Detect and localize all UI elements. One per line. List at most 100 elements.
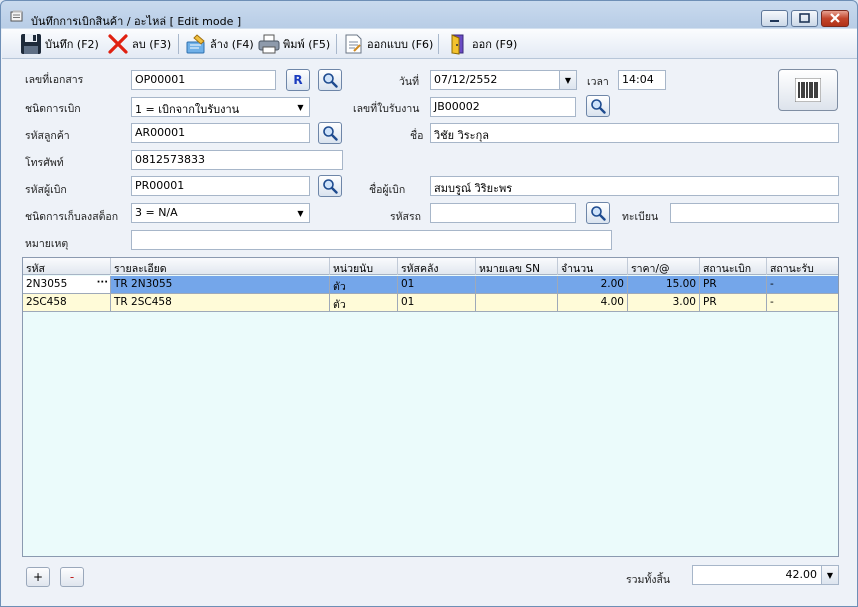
col-header-qty[interactable]: จำนวน xyxy=(558,258,628,275)
col-header-unit[interactable]: หน่วยนับ xyxy=(330,258,398,275)
app-window: บันทึกการเบิกสินค้า / อะไหล่ [ Edit mode… xyxy=(0,0,858,607)
cell-description[interactable]: TR 2SC458 xyxy=(111,294,330,311)
barcode-button[interactable] xyxy=(778,69,838,111)
job-search-button[interactable] xyxy=(586,95,610,117)
plate-field[interactable] xyxy=(670,203,839,223)
cell-issue-status[interactable]: PR xyxy=(700,276,767,293)
issue-type-select[interactable]: 1 = เบิกจากใบรับงาน ▼ xyxy=(131,97,310,117)
customer-code-field[interactable]: AR00001 xyxy=(131,123,310,143)
requester-code-field[interactable]: PR00001 xyxy=(131,176,310,196)
r-button[interactable]: R xyxy=(286,69,310,91)
window-title: บันทึกการเบิกสินค้า / อะไหล่ [ Edit mode… xyxy=(31,15,242,28)
save-button[interactable]: บันทึก (F2) xyxy=(20,32,99,56)
add-row-button[interactable]: + xyxy=(26,567,50,587)
car-code-field[interactable] xyxy=(430,203,576,223)
toolbar-separator xyxy=(336,34,337,54)
phone-field[interactable]: 0812573833 xyxy=(131,150,343,170)
table-row[interactable]: 2N3055 ··· TR 2N3055 ตัว 01 2.00 15.00 P… xyxy=(23,276,838,294)
maximize-icon xyxy=(799,13,810,23)
requester-name-label: ชื่อผู้เบิก xyxy=(369,184,406,196)
total-field[interactable]: 42.00 ▼ xyxy=(692,565,839,585)
requester-search-button[interactable] xyxy=(318,175,342,197)
app-icon xyxy=(10,10,23,22)
col-header-description[interactable]: รายละเอียด xyxy=(111,258,330,275)
delete-label: ลบ (F3) xyxy=(132,38,172,51)
ellipsis-icon[interactable]: ··· xyxy=(97,278,108,288)
grid-header: รหัส รายละเอียด หน่วยนับ รหัสคลัง หมายเล… xyxy=(23,258,838,275)
report-design-icon xyxy=(342,33,364,55)
time-label: เวลา xyxy=(587,76,609,88)
requester-name-field[interactable]: สมบรูณ์ วิริยะพร xyxy=(430,176,839,196)
cell-code[interactable]: 2N3055 ··· xyxy=(23,276,111,293)
delete-x-icon xyxy=(107,33,129,55)
stock-type-select[interactable]: 3 = N/A ▼ xyxy=(131,203,310,223)
car-search-button[interactable] xyxy=(586,202,610,224)
exit-button[interactable]: ออก (F9) xyxy=(447,32,517,56)
col-header-issue-status[interactable]: สถานะเบิก xyxy=(700,258,767,275)
job-no-field[interactable]: JB00002 xyxy=(430,97,576,117)
doc-no-field[interactable]: OP00001 xyxy=(131,70,276,90)
customer-search-button[interactable] xyxy=(318,122,342,144)
cell-warehouse[interactable]: 01 xyxy=(398,276,476,293)
cell-receive-status[interactable]: - xyxy=(767,276,838,293)
clear-label: ล้าง (F4) xyxy=(210,38,254,51)
eraser-icon xyxy=(185,33,207,55)
printer-icon xyxy=(258,33,280,55)
date-value: 07/12/2552 xyxy=(434,73,498,86)
time-field[interactable]: 14:04 xyxy=(618,70,666,90)
title-bar: บันทึกการเบิกสินค้า / อะไหล่ [ Edit mode… xyxy=(1,1,857,29)
col-header-price[interactable]: ราคา/@ xyxy=(628,258,700,275)
exit-door-icon xyxy=(447,33,469,55)
remove-row-button[interactable]: - xyxy=(60,567,84,587)
toolbar: บันทึก (F2) ลบ (F3) ล้าง (F4) พิมพ์ (F5) xyxy=(2,29,857,59)
name-field[interactable]: วิชัย วิระกุล xyxy=(430,123,839,143)
print-button[interactable]: พิมพ์ (F5) xyxy=(258,32,330,56)
chevron-down-icon[interactable]: ▼ xyxy=(821,566,838,584)
cell-sn[interactable] xyxy=(476,276,558,293)
cell-warehouse[interactable]: 01 xyxy=(398,294,476,311)
chevron-down-icon[interactable]: ▼ xyxy=(292,98,309,116)
toolbar-separator xyxy=(178,34,179,54)
chevron-down-icon[interactable]: ▼ xyxy=(292,204,309,222)
print-label: พิมพ์ (F5) xyxy=(283,38,331,51)
customer-code-label: รหัสลูกค้า xyxy=(25,130,70,142)
cell-qty[interactable]: 4.00 xyxy=(558,294,628,311)
remark-label: หมายเหตุ xyxy=(25,238,69,250)
cell-qty[interactable]: 2.00 xyxy=(558,276,628,293)
stock-type-value: 3 = N/A xyxy=(135,206,178,219)
magnifier-icon xyxy=(323,179,338,194)
total-value: 42.00 xyxy=(785,568,818,581)
cell-description[interactable]: TR 2N3055 xyxy=(111,276,330,293)
col-header-warehouse[interactable]: รหัสคลัง xyxy=(398,258,476,275)
date-picker[interactable]: 07/12/2552 ▼ xyxy=(430,70,577,90)
doc-search-button[interactable] xyxy=(318,69,342,91)
cell-unit[interactable]: ตัว xyxy=(330,294,398,311)
cell-receive-status[interactable]: - xyxy=(767,294,838,311)
table-row[interactable]: 2SC458 TR 2SC458 ตัว 01 4.00 3.00 PR - xyxy=(23,294,838,312)
cell-price[interactable]: 15.00 xyxy=(628,276,700,293)
form-area: เลขที่เอกสาร OP00001 R วันที่ 07/12/2552… xyxy=(2,60,857,606)
cell-code[interactable]: 2SC458 xyxy=(23,294,111,311)
col-header-sn[interactable]: หมายเลข SN xyxy=(476,258,558,275)
minimize-button[interactable] xyxy=(761,10,788,27)
exit-label: ออก (F9) xyxy=(472,38,518,51)
cell-sn[interactable] xyxy=(476,294,558,311)
toolbar-separator xyxy=(438,34,439,54)
phone-label: โทรศัพท์ xyxy=(25,157,64,169)
col-header-code[interactable]: รหัส xyxy=(23,258,111,275)
remark-field[interactable] xyxy=(131,230,612,250)
design-label: ออกแบบ (F6) xyxy=(367,38,434,51)
cell-issue-status[interactable]: PR xyxy=(700,294,767,311)
col-header-receive-status[interactable]: สถานะรับ xyxy=(767,258,838,275)
chevron-down-icon[interactable]: ▼ xyxy=(559,71,576,89)
magnifier-icon xyxy=(591,99,606,114)
cell-unit[interactable]: ตัว xyxy=(330,276,398,293)
maximize-button[interactable] xyxy=(791,10,818,27)
items-grid: รหัส รายละเอียด หน่วยนับ รหัสคลัง หมายเล… xyxy=(22,257,839,557)
doc-no-label: เลขที่เอกสาร xyxy=(25,74,84,86)
close-button[interactable] xyxy=(821,10,849,27)
delete-button[interactable]: ลบ (F3) xyxy=(107,32,171,56)
design-button[interactable]: ออกแบบ (F6) xyxy=(342,32,433,56)
clear-button[interactable]: ล้าง (F4) xyxy=(185,32,254,56)
cell-price[interactable]: 3.00 xyxy=(628,294,700,311)
